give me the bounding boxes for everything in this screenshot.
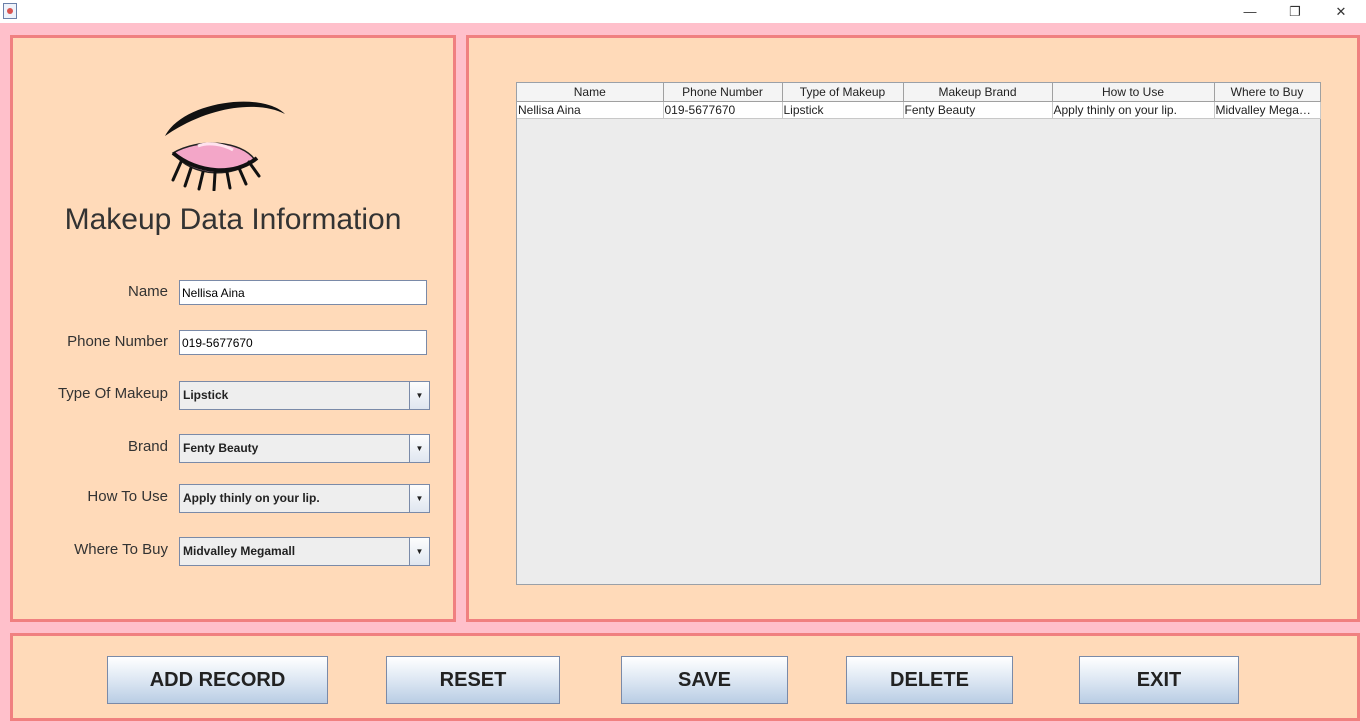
title-bar: — ❐ ✕ (0, 0, 1366, 23)
close-button[interactable]: ✕ (1318, 0, 1364, 23)
records-table-scrollpane[interactable]: Name Phone Number Type of Makeup Makeup … (516, 82, 1321, 585)
table-cell[interactable]: Apply thinly on your lip. (1052, 101, 1215, 119)
exit-button[interactable]: EXIT (1079, 656, 1239, 704)
column-header[interactable]: How to Use (1052, 83, 1215, 102)
delete-button[interactable]: DELETE (846, 656, 1013, 704)
phone-number-label: Phone Number (67, 333, 168, 350)
where-to-buy-dropdown[interactable]: Midvalley Megamall ▼ (179, 537, 430, 566)
records-table[interactable]: Name Phone Number Type of Makeup Makeup … (517, 83, 1321, 119)
how-to-use-selected: Apply thinly on your lip. (183, 491, 320, 505)
type-of-makeup-dropdown[interactable]: Lipstick ▼ (179, 381, 430, 410)
java-app-icon (3, 3, 17, 19)
brand-label: Brand (127, 438, 168, 455)
table-cell[interactable]: Fenty Beauty (903, 101, 1053, 119)
table-row[interactable]: Nellisa Aina 019-5677670 Lipstick Fenty … (517, 101, 1321, 119)
brand-selected: Fenty Beauty (183, 441, 259, 455)
type-of-makeup-label: Type Of Makeup (57, 385, 168, 402)
eye-makeup-logo-icon (165, 101, 285, 191)
brand-dropdown[interactable]: Fenty Beauty ▼ (179, 434, 430, 463)
restore-button[interactable]: ❐ (1272, 0, 1318, 23)
where-to-buy-label: Where To Buy (74, 541, 168, 558)
chevron-down-icon[interactable]: ▼ (409, 382, 429, 409)
records-panel: Name Phone Number Type of Makeup Makeup … (466, 35, 1360, 622)
name-label: Name (127, 283, 168, 300)
column-header[interactable]: Name (517, 83, 664, 102)
table-cell[interactable]: 019-5677670 (663, 101, 783, 119)
save-button[interactable]: SAVE (621, 656, 788, 704)
add-record-button[interactable]: ADD RECORD (107, 656, 328, 704)
table-cell[interactable]: Midvalley Megamall (1214, 101, 1321, 119)
table-cell[interactable]: Lipstick (782, 101, 904, 119)
how-to-use-dropdown[interactable]: Apply thinly on your lip. ▼ (179, 484, 430, 513)
page-title: Makeup Data Information (64, 203, 402, 236)
how-to-use-label: How To Use (87, 488, 168, 505)
minimize-button[interactable]: — (1227, 0, 1273, 23)
where-to-buy-selected: Midvalley Megamall (183, 544, 296, 558)
phone-number-field[interactable] (179, 330, 427, 355)
reset-button[interactable]: RESET (386, 656, 560, 704)
column-header[interactable]: Makeup Brand (903, 83, 1053, 102)
chevron-down-icon[interactable]: ▼ (409, 538, 429, 565)
actions-panel: ADD RECORD RESET SAVE DELETE EXIT (10, 633, 1360, 721)
column-header[interactable]: Where to Buy (1214, 83, 1321, 102)
chevron-down-icon[interactable]: ▼ (409, 435, 429, 462)
column-header[interactable]: Phone Number (663, 83, 783, 102)
column-header[interactable]: Type of Makeup (782, 83, 904, 102)
type-of-makeup-selected: Lipstick (183, 388, 229, 402)
chevron-down-icon[interactable]: ▼ (409, 485, 429, 512)
form-panel: Makeup Data Information Name Phone Numbe… (10, 35, 456, 622)
name-field[interactable] (179, 280, 427, 305)
table-cell[interactable]: Nellisa Aina (517, 101, 664, 119)
table-header-row: Name Phone Number Type of Makeup Makeup … (517, 83, 1321, 102)
